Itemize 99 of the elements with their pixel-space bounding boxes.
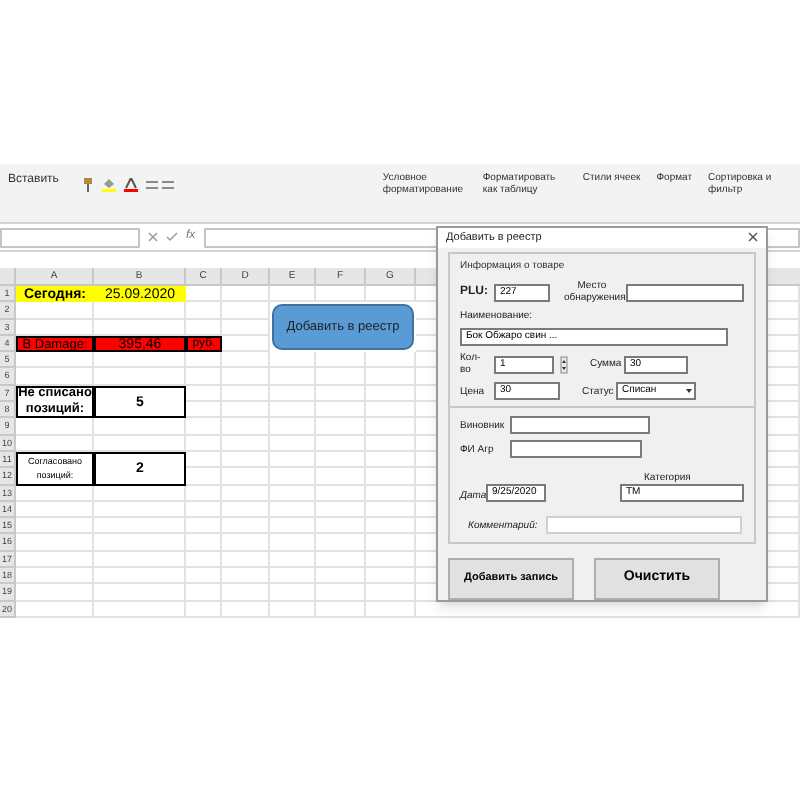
table-cell[interactable]	[270, 435, 316, 452]
table-cell[interactable]	[270, 451, 316, 469]
fill-color-icon[interactable]	[102, 178, 117, 192]
table-cell[interactable]	[366, 368, 416, 386]
font-color-icon[interactable]	[124, 178, 139, 192]
table-cell[interactable]	[186, 601, 222, 618]
table-cell[interactable]	[222, 518, 270, 535]
table-cell[interactable]	[316, 468, 366, 486]
table-cell[interactable]	[270, 385, 316, 403]
table-cell[interactable]	[94, 601, 186, 618]
table-cell[interactable]	[270, 501, 316, 519]
table-cell[interactable]	[186, 435, 222, 452]
table-cell[interactable]	[366, 402, 416, 419]
table-cell[interactable]	[316, 534, 366, 552]
table-cell[interactable]	[222, 501, 270, 519]
table-cell[interactable]	[316, 402, 366, 419]
table-cell[interactable]	[270, 518, 316, 535]
table-cell[interactable]	[222, 601, 270, 618]
input-field[interactable]	[510, 440, 642, 458]
name-box[interactable]	[0, 227, 140, 247]
table-cell[interactable]	[366, 601, 416, 618]
table-cell[interactable]	[316, 368, 366, 386]
table-cell[interactable]	[222, 319, 270, 336]
table-cell[interactable]	[222, 534, 270, 552]
table-cell[interactable]	[316, 435, 366, 452]
table-cell[interactable]	[94, 568, 186, 585]
table-cell[interactable]	[186, 534, 222, 552]
table-cell[interactable]	[316, 518, 366, 535]
input-field[interactable]	[510, 416, 650, 434]
spin-buttons-icon[interactable]	[560, 355, 568, 373]
table-cell[interactable]	[270, 352, 316, 369]
brush-icon[interactable]	[82, 178, 95, 192]
table-cell[interactable]	[222, 568, 270, 585]
table-cell[interactable]	[316, 418, 366, 436]
table-cell[interactable]	[222, 485, 270, 502]
table-cell[interactable]	[366, 385, 416, 403]
table-cell[interactable]	[270, 534, 316, 552]
table-cell[interactable]	[316, 584, 366, 602]
dropdown-arrow-icon[interactable]	[684, 384, 694, 398]
table-cell[interactable]	[366, 435, 416, 452]
table-cell[interactable]	[270, 468, 316, 486]
table-cell[interactable]	[270, 601, 316, 618]
table-cell[interactable]	[186, 368, 222, 386]
table-cell[interactable]	[366, 501, 416, 519]
select-all-corner[interactable]	[0, 268, 16, 286]
table-cell[interactable]	[94, 584, 186, 602]
table-cell[interactable]	[222, 584, 270, 602]
table-cell[interactable]	[316, 451, 366, 469]
table-cell[interactable]	[94, 534, 186, 552]
table-cell[interactable]	[316, 352, 366, 369]
table-cell[interactable]	[316, 385, 366, 403]
table-cell[interactable]	[366, 468, 416, 486]
table-cell[interactable]	[316, 601, 366, 618]
table-cell[interactable]	[366, 451, 416, 469]
table-cell[interactable]	[222, 435, 270, 452]
table-cell[interactable]	[94, 501, 186, 519]
table-cell[interactable]	[186, 501, 222, 519]
table-cell[interactable]	[366, 551, 416, 569]
table-cell[interactable]	[94, 518, 186, 535]
table-cell[interactable]	[270, 418, 316, 436]
table-cell[interactable]	[270, 368, 316, 386]
table-cell[interactable]	[186, 568, 222, 585]
table-cell[interactable]	[222, 418, 270, 436]
table-cell[interactable]	[222, 451, 270, 469]
table-cell[interactable]	[222, 551, 270, 569]
table-cell[interactable]	[186, 551, 222, 569]
close-icon[interactable]	[748, 232, 758, 243]
input-field[interactable]	[625, 283, 744, 301]
table-cell[interactable]	[316, 551, 366, 569]
check-icon[interactable]	[166, 232, 178, 242]
table-cell[interactable]	[222, 385, 270, 403]
table-cell[interactable]	[222, 402, 270, 419]
table-cell[interactable]	[366, 352, 416, 369]
table-cell[interactable]	[94, 551, 186, 569]
cancel-icon[interactable]	[148, 232, 158, 242]
table-cell[interactable]	[316, 501, 366, 519]
table-cell[interactable]	[366, 518, 416, 535]
table-cell[interactable]	[186, 485, 222, 502]
table-cell[interactable]	[186, 418, 222, 436]
table-cell[interactable]	[186, 518, 222, 535]
table-cell[interactable]	[222, 302, 270, 320]
table-cell[interactable]	[316, 568, 366, 585]
table-cell[interactable]	[270, 551, 316, 569]
table-cell[interactable]	[366, 534, 416, 552]
table-cell[interactable]	[222, 468, 270, 486]
table-cell[interactable]	[222, 352, 270, 369]
table-cell[interactable]	[366, 568, 416, 585]
table-cell[interactable]	[366, 485, 416, 502]
table-cell[interactable]	[270, 584, 316, 602]
table-cell[interactable]	[366, 584, 416, 602]
table-cell[interactable]	[186, 302, 222, 320]
align-icon[interactable]	[146, 180, 175, 190]
table-cell[interactable]	[222, 368, 270, 386]
table-cell[interactable]	[270, 402, 316, 419]
table-cell[interactable]	[270, 485, 316, 502]
table-cell[interactable]	[316, 485, 366, 502]
table-cell[interactable]	[366, 418, 416, 436]
table-cell[interactable]	[270, 568, 316, 585]
table-cell[interactable]	[186, 584, 222, 602]
